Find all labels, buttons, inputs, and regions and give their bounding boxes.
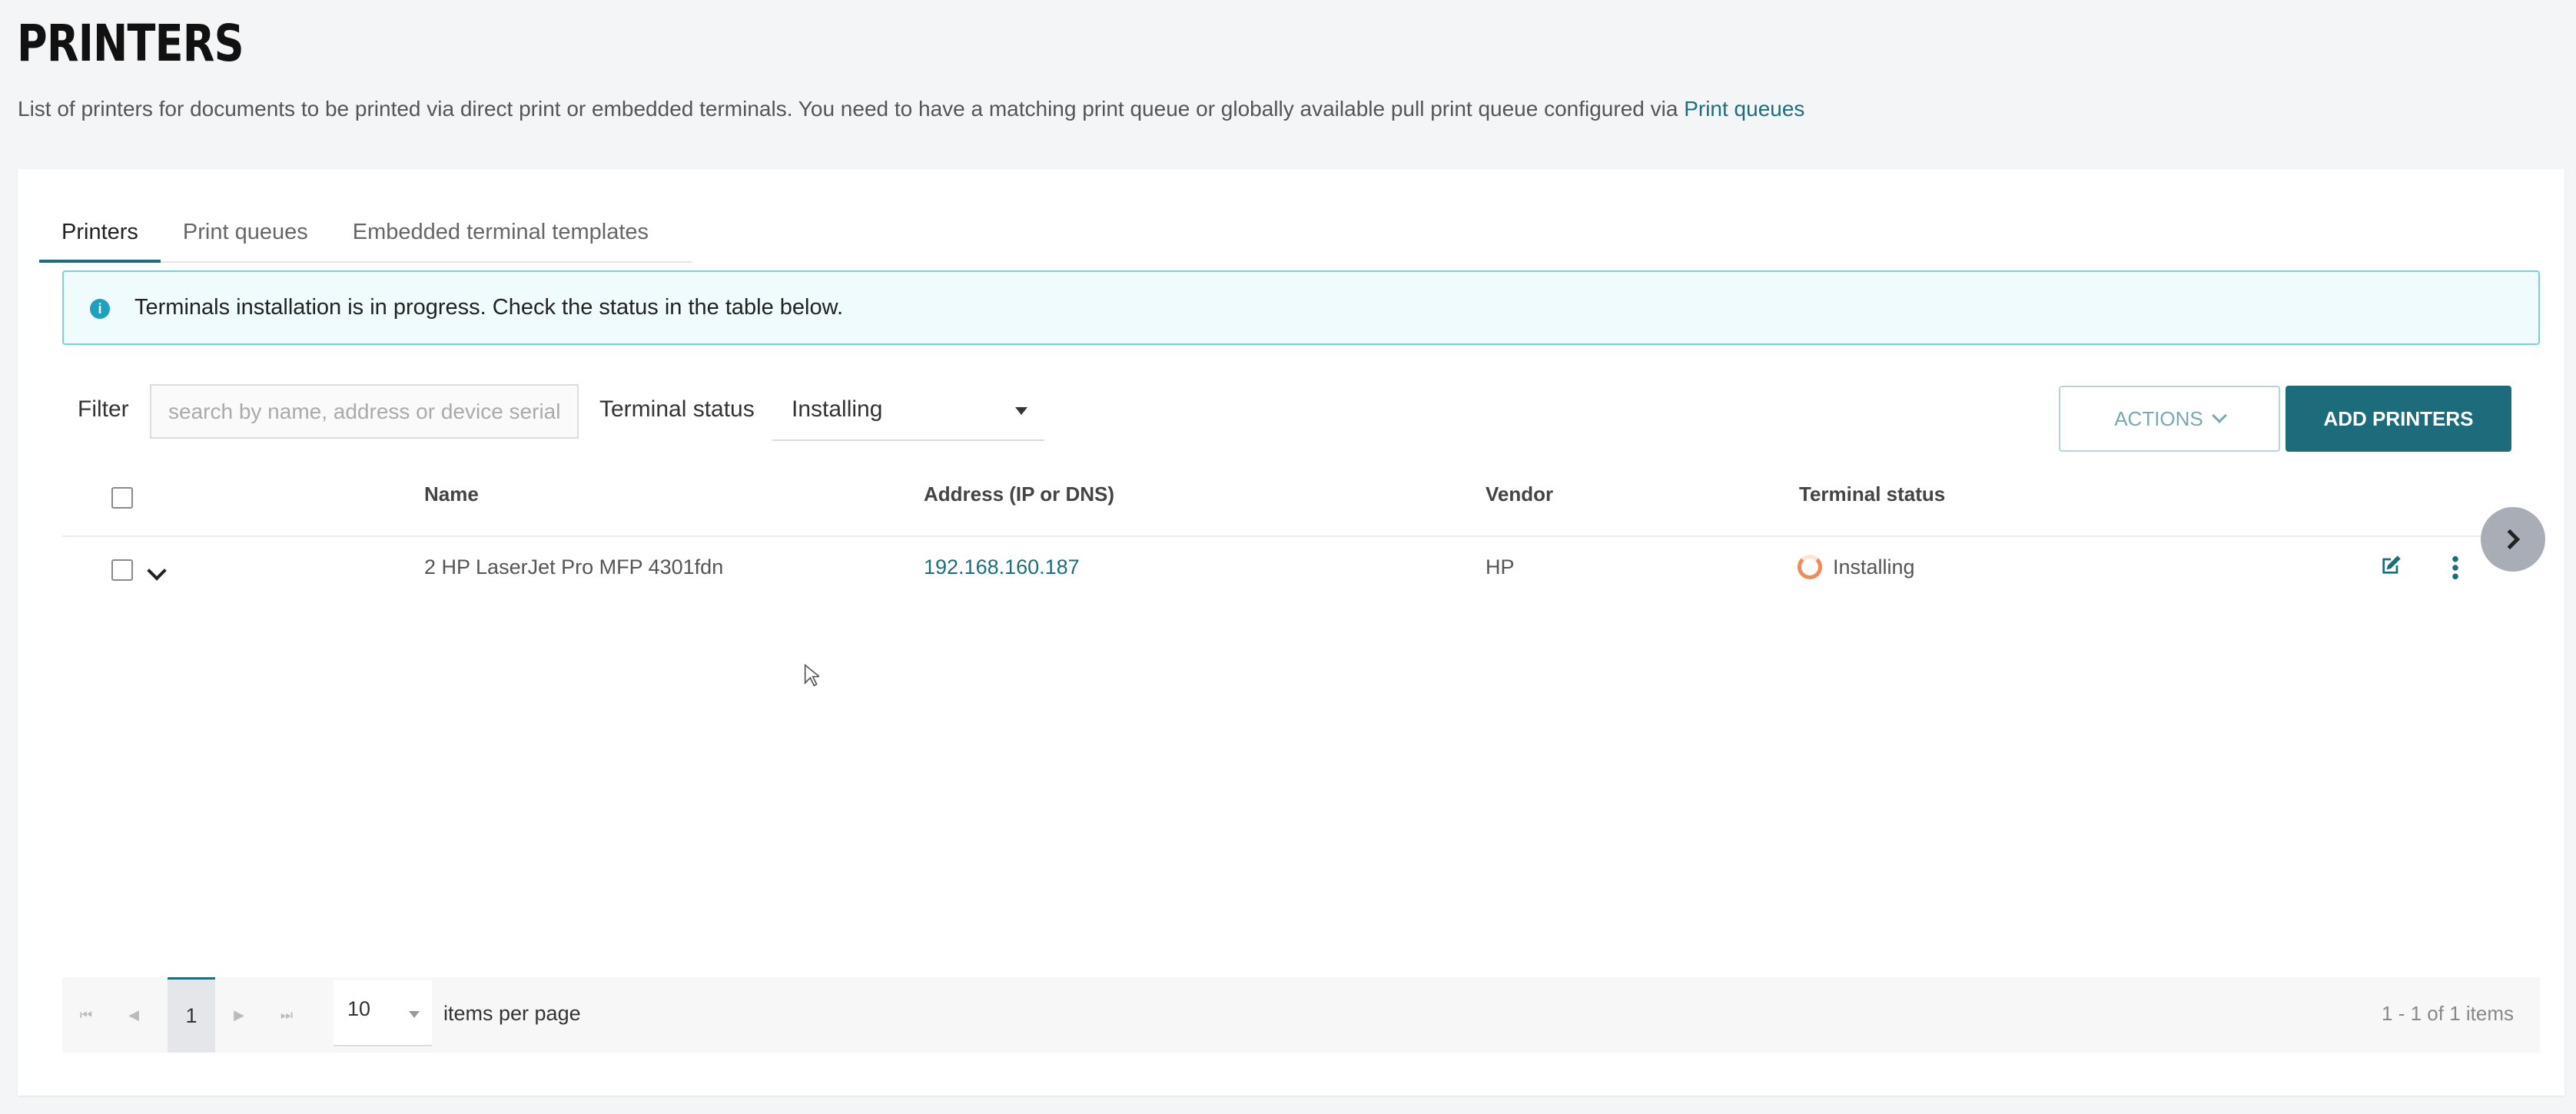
caret-down-icon [1015,407,1027,415]
first-page-icon[interactable]: ⏮ [62,977,110,1053]
info-banner-message: Terminals installation is in progress. C… [134,295,844,320]
column-header-address[interactable]: Address (IP or DNS) [924,482,1114,506]
tab-printers[interactable]: Printers [39,201,161,263]
column-header-name[interactable]: Name [424,482,479,506]
page-size-value: 10 [347,997,371,1020]
info-icon: i [90,299,110,319]
info-banner: i Terminals installation is in progress.… [62,270,2540,345]
tab-embedded-terminal-templates[interactable]: Embedded terminal templates [330,201,671,263]
caret-down-icon [409,1011,420,1018]
tab-print-queues[interactable]: Print queues [161,201,330,263]
printer-terminal-status: Installing [1833,555,1915,579]
column-header-terminal-status[interactable]: Terminal status [1799,482,1945,506]
previous-page-icon[interactable]: ◀ [110,977,158,1053]
scroll-right-button[interactable] [2481,507,2545,572]
expand-row-chevron-icon[interactable] [147,561,167,581]
printers-card: Printers Print queues Embedded terminal … [18,169,2564,1096]
tab-bar: Printers Print queues Embedded terminal … [39,201,692,263]
page-description: List of printers for documents to be pri… [18,97,1804,121]
terminal-status-value: Installing [792,396,883,422]
printer-name: 2 HP LaserJet Pro MFP 4301fdn [424,555,724,579]
pagination-bar: ⏮ ◀ 1 ▶ ⏭ 10 items per page 1 - 1 of 1 i… [62,977,2540,1053]
pagination-info: 1 - 1 of 1 items [2382,1002,2514,1025]
more-vertical-icon[interactable] [2451,555,2460,581]
actions-button-label: ACTIONS [2114,406,2203,430]
table-header-divider [62,535,2540,537]
select-all-checkbox[interactable] [111,487,133,509]
terminal-status-label: Terminal status [599,396,755,422]
page-size-select[interactable]: 10 [334,980,432,1046]
page-number-current[interactable]: 1 [168,977,215,1053]
search-input[interactable] [150,384,579,439]
filter-label: Filter [78,396,129,422]
edit-icon[interactable] [2378,553,2403,578]
printer-address-link[interactable]: 192.168.160.187 [924,555,1080,579]
chevron-right-icon [2507,529,2521,550]
chevron-down-icon [2211,408,2227,423]
next-page-icon[interactable]: ▶ [215,977,263,1053]
last-page-icon[interactable]: ⏭ [263,977,310,1053]
mouse-cursor-icon [804,664,819,687]
items-per-page-label: items per page [443,1002,581,1025]
page-description-text: List of printers for documents to be pri… [18,97,1685,121]
row-checkbox[interactable] [111,559,133,581]
actions-button[interactable]: ACTIONS [2059,386,2280,452]
printer-vendor: HP [1486,555,1515,579]
terminal-status-select[interactable]: Installing [772,381,1044,441]
spinner-icon [1798,555,1822,579]
add-printers-button[interactable]: ADD PRINTERS [2286,386,2511,452]
print-queues-link[interactable]: Print queues [1684,97,1804,121]
page-title: PRINTERS [17,14,244,73]
column-header-vendor[interactable]: Vendor [1486,482,1553,506]
